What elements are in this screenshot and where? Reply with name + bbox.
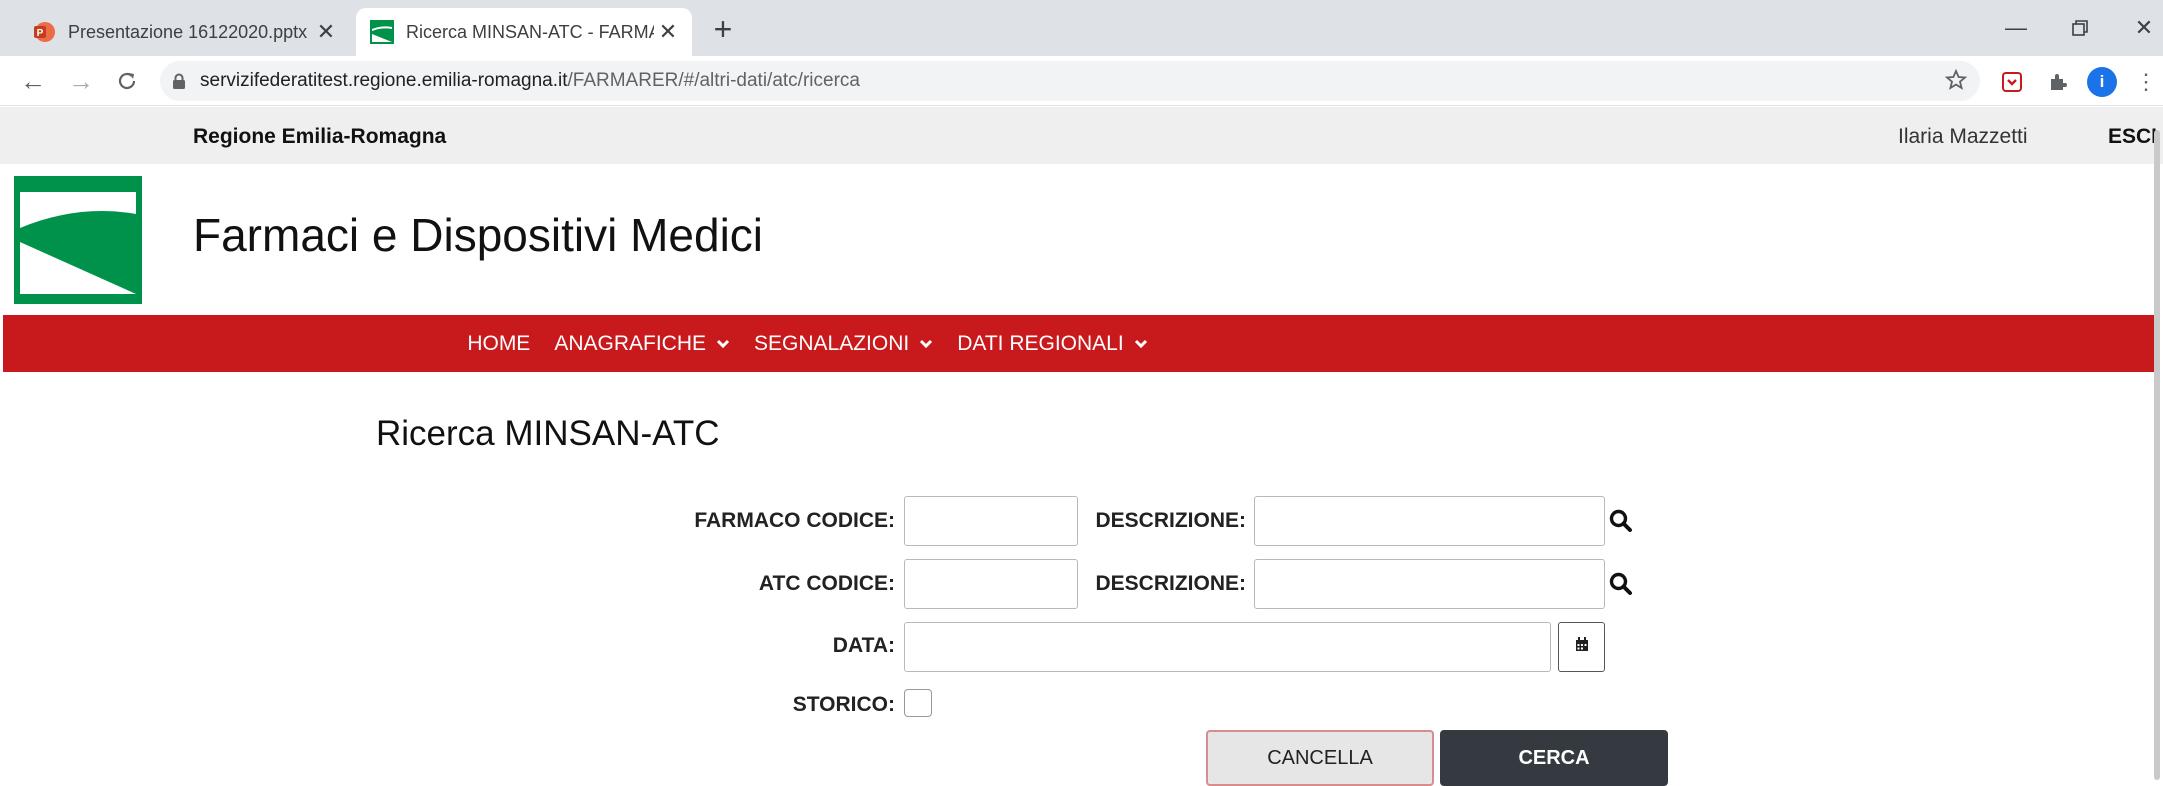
lock-icon [172,73,186,89]
chevron-down-icon [1134,339,1148,349]
nav-segnalazioni[interactable]: SEGNALAZIONI [754,332,933,356]
new-tab-button[interactable]: + [706,11,740,47]
atc-codice-input[interactable] [904,559,1078,609]
browser-tabstrip: P Presentazione 16122020.pptx ✕ Ricerca … [0,0,2163,56]
calendar-icon [1575,637,1589,657]
nav-label: SEGNALAZIONI [754,331,910,355]
pocket-extension-icon[interactable] [1996,66,2028,98]
region-logo-icon [370,20,394,44]
logout-link[interactable]: ESCI [2108,125,2157,149]
user-name: Ilaria Mazzetti [1898,125,2028,148]
farmaco-codice-label: FARMACO CODICE: [694,509,895,532]
data-label: DATA: [832,634,895,657]
back-icon[interactable]: ← [16,64,50,98]
page-title: Ricerca MINSAN-ATC [376,414,720,453]
date-input[interactable] [904,622,1551,672]
nav-label: ANAGRAFICHE [554,331,706,355]
tab-presentation[interactable]: P Presentazione 16122020.pptx ✕ [18,8,350,56]
farmaco-descrizione-input[interactable] [1254,496,1605,546]
storico-label: STORICO: [792,693,895,716]
farmaco-codice-input[interactable] [904,496,1078,546]
region-name: Regione Emilia-Romagna [193,125,447,148]
calendar-button[interactable] [1558,622,1605,672]
nav-anagrafiche[interactable]: ANAGRAFICHE [554,332,730,356]
cancel-button[interactable]: CANCELLA [1206,730,1434,786]
atc-codice-label: ATC CODICE: [758,572,895,595]
browser-toolbar: ← → servizifederatitest.regione.emilia-r… [0,56,2163,106]
close-icon[interactable]: ✕ [654,18,682,46]
nav-dati-regionali[interactable]: DATI REGIONALI [957,332,1147,356]
chevron-down-icon [716,339,730,349]
restore-icon[interactable] [2060,12,2100,44]
close-window-icon[interactable]: ✕ [2124,12,2163,44]
atc-descrizione-label: DESCRIZIONE: [1095,572,1246,595]
farmaco-descrizione-label: DESCRIZIONE: [1095,509,1246,532]
extensions-puzzle-icon[interactable] [2042,66,2074,98]
menu-kebab-icon[interactable]: ⋮ [2130,66,2162,98]
app-title: Farmaci e Dispositivi Medici [193,209,764,261]
profile-initial: i [2087,67,2117,97]
url-host: servizifederatitest.regione.emilia-romag… [200,70,568,91]
reload-icon[interactable] [110,64,144,98]
address-bar[interactable]: servizifederatitest.regione.emilia-romag… [160,61,1980,101]
svg-text:P: P [37,28,44,39]
tab-title: Ricerca MINSAN-ATC - FARMARER [406,21,654,42]
scrollbar[interactable] [2154,130,2160,780]
chevron-down-icon [919,339,933,349]
search-icon[interactable] [1606,506,1636,536]
main-navigation: HOME ANAGRAFICHE SEGNALAZIONI DATI REGIO… [3,315,2156,372]
url-path: /FARMARER/#/altri-dati/atc/ricerca [567,70,860,91]
minimize-icon[interactable]: — [1996,12,2036,44]
bookmark-star-icon[interactable] [1940,64,1972,96]
close-icon[interactable]: ✕ [312,18,340,46]
top-bar: Regione Emilia-Romagna Ilaria Mazzetti E… [0,107,2163,164]
nav-home[interactable]: HOME [467,332,530,356]
atc-descrizione-input[interactable] [1254,559,1605,609]
profile-avatar[interactable]: i [2086,66,2118,98]
search-icon[interactable] [1606,569,1636,599]
site-header: Farmaci e Dispositivi Medici [0,164,2163,314]
forward-icon[interactable]: → [64,64,98,98]
powerpoint-icon: P [32,20,56,44]
storico-checkbox[interactable] [904,689,932,717]
tab-title: Presentazione 16122020.pptx [68,21,308,42]
region-logo [14,176,142,304]
search-button[interactable]: CERCA [1440,730,1668,786]
nav-label: HOME [467,331,531,355]
nav-label: DATI REGIONALI [957,331,1124,355]
tab-ricerca[interactable]: Ricerca MINSAN-ATC - FARMARER ✕ [356,8,692,56]
